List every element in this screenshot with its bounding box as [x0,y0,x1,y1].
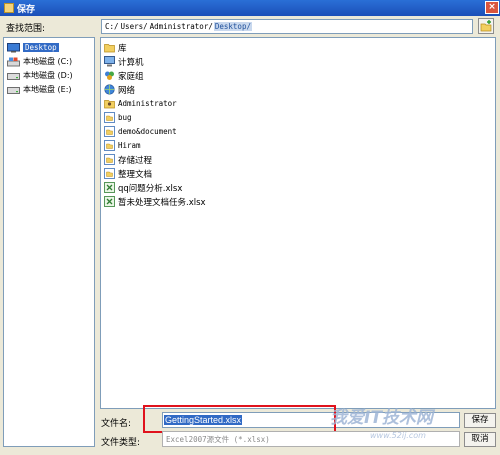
folder-shortcut-icon [104,154,115,165]
desktop-icon [7,42,20,52]
file-name: qq问题分析.xlsx [118,183,183,194]
list-item[interactable]: 存储过程 [104,153,152,166]
sidebar-item-drive-e[interactable]: 本地磁盘 (E:) [7,83,72,96]
folder-shortcut-icon [104,168,115,179]
look-in-label: 查找范围: [6,24,46,34]
file-name: 家庭组 [118,71,144,82]
title-bar: 保存 × [0,0,500,16]
list-item[interactable]: 暂未处理文档任务.xlsx [104,195,206,208]
sidebar-item-label: Desktop [23,43,59,52]
path-segment[interactable]: Users/ [120,22,149,31]
sidebar-item-label: 本地磁盘 (E:) [23,85,72,94]
watermark-url: www.52ij.com [370,431,426,440]
file-name: 暂未处理文档任务.xlsx [118,197,206,208]
file-name: 网络 [118,85,136,96]
annotation-highlight-box [143,405,336,433]
list-item[interactable]: demo&document [104,125,177,138]
homegroup-icon [105,71,114,80]
drive-icon [7,72,20,80]
path-segment[interactable]: Administrator/ [149,22,214,31]
file-name: bug [118,113,132,122]
folder-shortcut-icon [104,126,115,137]
list-item[interactable]: 库 [104,41,127,54]
file-name: demo&document [118,127,177,136]
folder-shortcut-icon [104,140,115,151]
app-icon [4,3,14,13]
sidebar-item-desktop[interactable]: Desktop [7,41,59,54]
save-button[interactable]: 保存 [464,413,496,428]
list-item[interactable]: 计算机 [104,55,144,68]
sidebar: Desktop 本地磁盘 (C:) 本地磁盘 (D:) 本地磁盘 (E:) [3,37,95,447]
computer-icon [104,56,115,67]
watermark-text: 我爱IT技术网 [330,408,433,428]
network-icon [104,84,115,95]
folder-shortcut-icon [104,112,115,123]
sidebar-item-drive-d[interactable]: 本地磁盘 (D:) [7,69,73,82]
cancel-button[interactable]: 取消 [464,432,496,447]
file-name: Administrator [118,99,177,108]
list-item[interactable]: 家庭组 [104,69,144,82]
save-dialog: 保存 × 查找范围: C:/ Users/ Administrator/ Des… [0,0,500,455]
filename-label: 文件名: [101,419,132,429]
sidebar-item-label: 本地磁盘 (D:) [23,71,73,80]
list-item[interactable]: bug [104,111,132,124]
sidebar-item-drive-c[interactable]: 本地磁盘 (C:) [7,55,72,68]
excel-file-icon [104,182,115,193]
drive-icon [7,86,20,94]
file-name: 整理文档 [118,169,153,180]
list-item[interactable]: 整理文档 [104,167,152,180]
user-folder-icon [104,100,115,109]
list-item[interactable]: qq问题分析.xlsx [104,181,182,194]
local-disk-c-icon [7,57,20,66]
file-name: 存储过程 [118,155,153,166]
path-segment[interactable]: C:/ [104,22,120,31]
path-breadcrumb[interactable]: C:/ Users/ Administrator/ Desktop/ [101,19,473,34]
path-segment-current[interactable]: Desktop/ [213,22,252,31]
list-item[interactable]: Administrator [104,97,177,110]
folder-icon [104,44,115,53]
excel-file-icon [104,196,115,207]
new-folder-icon[interactable] [478,18,494,34]
close-button[interactable]: × [485,1,499,14]
file-name: 计算机 [118,57,144,68]
list-item[interactable]: Hiram [104,139,141,152]
filetype-label: 文件类型: [101,438,141,448]
window-title: 保存 [17,4,36,15]
list-item[interactable]: 网络 [104,83,135,96]
file-name: 库 [118,43,127,54]
file-name: Hiram [118,141,141,150]
file-list[interactable]: 库 计算机 家庭组 网络 Administrator bug demo&docu… [100,37,496,409]
sidebar-item-label: 本地磁盘 (C:) [23,57,73,66]
